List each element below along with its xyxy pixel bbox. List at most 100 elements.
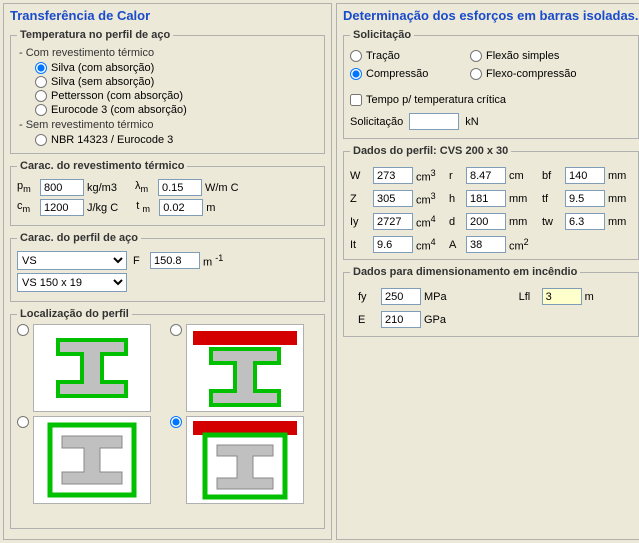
tempo-critico-label: Tempo p/ temperatura crítica bbox=[366, 94, 506, 106]
series-select[interactable]: VS bbox=[17, 251, 127, 270]
heat-transfer-panel: Transferência de Calor Temperatura no pe… bbox=[3, 3, 332, 540]
radio-compressao-label: Compressão bbox=[366, 68, 428, 80]
F-label: F bbox=[133, 255, 147, 267]
profile-data-legend: Dados do perfil: CVS 200 x 30 bbox=[350, 145, 511, 157]
with-coating-label: - Com revestimento térmico bbox=[19, 47, 318, 59]
h-input[interactable] bbox=[466, 190, 506, 207]
Lfl-label: Lfl bbox=[519, 291, 539, 303]
radio-tracao-label: Tração bbox=[366, 50, 400, 62]
panel-title-left: Transferência de Calor bbox=[10, 8, 325, 23]
radio-tracao-input[interactable] bbox=[350, 50, 362, 62]
tempo-critico-checkbox[interactable] bbox=[350, 94, 362, 106]
F-input[interactable] bbox=[150, 252, 200, 269]
solicit-label: Solicitação bbox=[350, 116, 403, 128]
tm-unit: m bbox=[206, 202, 215, 214]
pm-label: pm bbox=[17, 180, 37, 194]
design-legend: Dados para dimensionamento em incêndio bbox=[350, 266, 580, 278]
tm-label: t m bbox=[136, 200, 156, 214]
Z-input[interactable] bbox=[373, 190, 413, 207]
temperature-legend: Temperatura no perfil de aço bbox=[17, 29, 173, 41]
loc-radio-2[interactable] bbox=[170, 324, 182, 336]
E-input[interactable] bbox=[381, 311, 421, 328]
pm-unit: kg/m3 bbox=[87, 182, 117, 194]
It-input[interactable] bbox=[373, 236, 413, 253]
radio-nbr[interactable]: NBR 14323 / Eurocode 3 bbox=[35, 133, 318, 147]
ibeam-contour-icon bbox=[34, 325, 150, 411]
pm-input[interactable] bbox=[40, 179, 84, 196]
radio-silva-abs[interactable]: Silva (com absorção) bbox=[35, 61, 318, 75]
It-label: It bbox=[350, 239, 370, 251]
ibeam-box-slab-icon bbox=[187, 417, 303, 503]
loc-radio-3[interactable] bbox=[17, 416, 29, 428]
cm-label: cm bbox=[17, 200, 37, 214]
bf-input[interactable] bbox=[565, 167, 605, 184]
bf-unit: mm bbox=[608, 170, 632, 182]
location-group: Localização do perfil bbox=[10, 308, 325, 529]
Iy-unit: cm4 bbox=[416, 214, 446, 230]
radio-compressao[interactable]: Compressão bbox=[350, 67, 470, 81]
profile-box-exposed bbox=[33, 416, 151, 504]
lambda-unit: W/m C bbox=[205, 182, 239, 194]
radio-pettersson-input[interactable] bbox=[35, 90, 47, 102]
steel-profile-group: Carac. do perfil de aço VS F m -1 VS 150… bbox=[10, 232, 325, 302]
h-label: h bbox=[449, 193, 463, 205]
profile-select[interactable]: VS 150 x 19 bbox=[17, 273, 127, 292]
cm-input[interactable] bbox=[40, 199, 84, 216]
solicitation-legend: Solicitação bbox=[350, 29, 414, 41]
W-input[interactable] bbox=[373, 167, 413, 184]
E-label: E bbox=[358, 314, 378, 326]
radio-flexao-label: Flexão simples bbox=[486, 50, 559, 62]
solicit-input[interactable] bbox=[409, 113, 459, 130]
radio-eurocode[interactable]: Eurocode 3 (com absorção) bbox=[35, 103, 318, 117]
fy-label: fy bbox=[358, 291, 378, 303]
radio-flexocomp[interactable]: Flexo-compressão bbox=[470, 67, 576, 81]
loc-radio-1[interactable] bbox=[17, 324, 29, 336]
Lfl-unit: m bbox=[585, 291, 594, 303]
radio-eurocode-label: Eurocode 3 (com absorção) bbox=[51, 104, 187, 116]
radio-silva-noabs-input[interactable] bbox=[35, 76, 47, 88]
lambda-label: λm bbox=[135, 180, 155, 194]
radio-pettersson-label: Pettersson (com absorção) bbox=[51, 90, 183, 102]
design-group: Dados para dimensionamento em incêndio f… bbox=[343, 266, 639, 337]
tw-input[interactable] bbox=[565, 213, 605, 230]
Z-unit: cm3 bbox=[416, 191, 446, 207]
d-input[interactable] bbox=[466, 213, 506, 230]
solicit-unit: kN bbox=[465, 116, 478, 128]
F-unit: m -1 bbox=[203, 253, 223, 269]
Lfl-input[interactable] bbox=[542, 288, 582, 305]
tm-input[interactable] bbox=[159, 199, 203, 216]
Iy-input[interactable] bbox=[373, 213, 413, 230]
radio-tracao[interactable]: Tração bbox=[350, 49, 470, 63]
Z-label: Z bbox=[350, 193, 370, 205]
r-unit: cm bbox=[509, 170, 539, 182]
radio-compressao-input[interactable] bbox=[350, 68, 362, 80]
Iy-label: Iy bbox=[350, 216, 370, 228]
r-label: r bbox=[449, 170, 463, 182]
radio-nbr-input[interactable] bbox=[35, 134, 47, 146]
radio-flexao-input[interactable] bbox=[470, 50, 482, 62]
radio-flexocomp-label: Flexo-compressão bbox=[486, 68, 576, 80]
without-coating-label: - Sem revestimento térmico bbox=[19, 119, 318, 131]
radio-flexocomp-input[interactable] bbox=[470, 68, 482, 80]
cm-unit: J/kg C bbox=[87, 202, 118, 214]
radio-silva-noabs[interactable]: Silva (sem absorção) bbox=[35, 75, 318, 89]
h-unit: mm bbox=[509, 193, 539, 205]
tempo-critico-check-row[interactable]: Tempo p/ temperatura crítica bbox=[350, 93, 632, 107]
E-unit: GPa bbox=[424, 314, 446, 326]
tf-unit: mm bbox=[608, 193, 632, 205]
radio-eurocode-input[interactable] bbox=[35, 104, 47, 116]
loc-radio-4[interactable] bbox=[170, 416, 182, 428]
d-label: d bbox=[449, 216, 463, 228]
profile-box-slab bbox=[186, 416, 304, 504]
tf-input[interactable] bbox=[565, 190, 605, 207]
fy-input[interactable] bbox=[381, 288, 421, 305]
forces-panel: Determinação dos esforços em barras isol… bbox=[336, 3, 639, 540]
radio-flexao[interactable]: Flexão simples bbox=[470, 49, 576, 63]
lambda-input[interactable] bbox=[158, 179, 202, 196]
profile-data-group: Dados do perfil: CVS 200 x 30 W cm3 r cm… bbox=[343, 145, 639, 260]
panel-title-right: Determinação dos esforços em barras isol… bbox=[343, 8, 639, 23]
A-input[interactable] bbox=[466, 236, 506, 253]
radio-pettersson[interactable]: Pettersson (com absorção) bbox=[35, 89, 318, 103]
r-input[interactable] bbox=[466, 167, 506, 184]
radio-silva-abs-input[interactable] bbox=[35, 62, 47, 74]
